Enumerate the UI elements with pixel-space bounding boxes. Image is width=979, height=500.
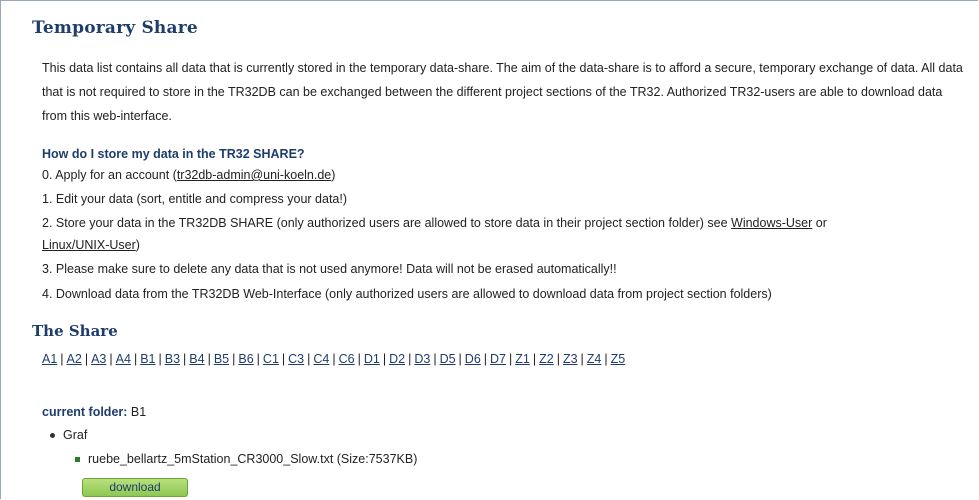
folder-separator: | xyxy=(556,352,560,366)
subfolder-item[interactable]: Graf xyxy=(50,428,87,442)
bullet-icon xyxy=(50,433,55,439)
folder-separator: | xyxy=(357,352,361,366)
folder-link-z3[interactable]: Z3 xyxy=(563,352,578,366)
folder-link-b4[interactable]: B4 xyxy=(189,352,204,366)
subfolder-label: Graf xyxy=(63,428,88,442)
step-2-suffix: ) xyxy=(135,238,140,252)
folder-link-c3[interactable]: C3 xyxy=(288,352,304,366)
folder-link-a3[interactable]: A3 xyxy=(91,352,106,366)
square-bullet-icon xyxy=(75,457,80,463)
folder-separator: | xyxy=(158,352,162,366)
step-0-suffix: ) xyxy=(331,168,336,182)
folder-link-b5[interactable]: B5 xyxy=(214,352,229,366)
step-2-text: 2. Store your data in the TR32DB SHARE (… xyxy=(42,216,732,230)
step-2: 2. Store your data in the TR32DB SHARE (… xyxy=(42,213,827,233)
folder-separator: | xyxy=(60,352,64,366)
folder-link-d6[interactable]: D6 xyxy=(465,352,481,366)
folder-separator: | xyxy=(382,352,387,366)
folder-separator: | xyxy=(604,352,608,366)
folder-separator: | xyxy=(133,352,138,366)
folder-separator: | xyxy=(433,352,437,366)
folder-separator: | xyxy=(183,352,187,366)
folder-link-c4[interactable]: C4 xyxy=(313,352,329,366)
folder-link-b1[interactable]: B1 xyxy=(140,352,155,366)
folder-separator: | xyxy=(256,352,260,366)
folder-link-d2[interactable]: D2 xyxy=(389,352,405,366)
folder-separator: | xyxy=(281,352,286,366)
folder-separator: | xyxy=(580,352,584,366)
folder-link-a2[interactable]: A2 xyxy=(67,352,82,366)
folder-separator: | xyxy=(109,352,113,366)
current-folder-value: B1 xyxy=(130,405,147,419)
folder-separator: | xyxy=(232,352,236,366)
folder-link-z1[interactable]: Z1 xyxy=(515,352,530,366)
folder-link-d5[interactable]: D5 xyxy=(440,352,456,366)
folder-link-c6[interactable]: C6 xyxy=(339,352,355,366)
folder-link-d1[interactable]: D1 xyxy=(364,352,380,366)
step-0-text: 0. Apply for an account ( xyxy=(42,168,177,182)
step-2-or: or xyxy=(812,216,827,230)
folder-link-d3[interactable]: D3 xyxy=(414,352,430,366)
folder-separator: | xyxy=(532,352,537,366)
folder-link-z2[interactable]: Z2 xyxy=(539,352,554,366)
intro-paragraph: This data list contains all data that is… xyxy=(42,61,963,123)
file-item: ruebe_bellartz_5mStation_CR3000_Slow.txt… xyxy=(75,452,417,466)
file-label: ruebe_bellartz_5mStation_CR3000_Slow.txt… xyxy=(88,452,418,466)
admin-email-link[interactable]: tr32db-admin@uni-koeln.de xyxy=(177,168,331,182)
download-button[interactable]: download xyxy=(82,478,188,497)
windows-user-link[interactable]: Windows-User xyxy=(731,216,812,230)
folder-separator: | xyxy=(483,352,488,366)
page-title: Temporary Share xyxy=(32,18,198,38)
folder-link-d7[interactable]: D7 xyxy=(490,352,506,366)
current-folder-label: current folder: xyxy=(42,405,128,419)
step-0: 0. Apply for an account (tr32db-admin@un… xyxy=(42,165,335,185)
step-2-cont: Linux/UNIX-User) xyxy=(42,235,140,255)
folder-separator: | xyxy=(509,352,513,366)
step-3: 3. Please make sure to delete any data t… xyxy=(42,262,617,276)
current-folder: current folder: B1 xyxy=(42,405,146,419)
linux-user-link[interactable]: Linux/UNIX-User xyxy=(42,238,136,252)
folder-link-b6[interactable]: B6 xyxy=(238,352,253,366)
folder-link-a4[interactable]: A4 xyxy=(116,352,131,366)
folder-separator: | xyxy=(408,352,412,366)
folder-link-z4[interactable]: Z4 xyxy=(587,352,602,366)
folder-separator: | xyxy=(84,352,89,366)
folder-separator: | xyxy=(332,352,336,366)
folder-link-c1[interactable]: C1 xyxy=(263,352,279,366)
folder-link-b3[interactable]: B3 xyxy=(165,352,180,366)
folder-separator: | xyxy=(307,352,311,366)
folder-link-z5[interactable]: Z5 xyxy=(611,352,626,366)
folder-separator: | xyxy=(458,352,462,366)
folder-separator: | xyxy=(207,352,211,366)
step-1: 1. Edit your data (sort, entitle and com… xyxy=(42,192,348,206)
share-heading: The Share xyxy=(32,322,118,340)
step-4: 4. Download data from the TR32DB Web-Int… xyxy=(42,287,772,301)
howto-heading: How do I store my data in the TR32 SHARE… xyxy=(42,147,305,161)
folder-links: A1 | A2 | A3 | A4 | B1 | B3 | B4 | B5 | B6 | C1 | C3 | C4 | C6 | D… xyxy=(42,352,625,366)
folder-link-a1[interactable]: A1 xyxy=(42,352,57,366)
